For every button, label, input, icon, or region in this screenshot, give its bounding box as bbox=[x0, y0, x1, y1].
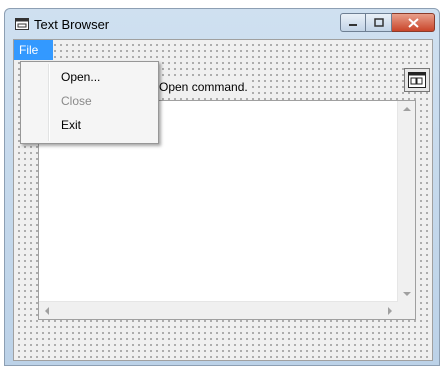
maximize-button[interactable] bbox=[366, 13, 392, 32]
menu-item-close[interactable]: Close bbox=[61, 94, 92, 108]
close-icon bbox=[407, 17, 419, 28]
app-window-icon bbox=[15, 18, 29, 30]
horizontal-scrollbar[interactable] bbox=[39, 301, 398, 319]
menu-item-exit[interactable]: Exit bbox=[61, 118, 81, 132]
close-button[interactable] bbox=[392, 13, 435, 32]
caption-buttons bbox=[340, 13, 435, 33]
scrollbar-corner bbox=[398, 302, 415, 319]
minimize-icon bbox=[349, 23, 357, 26]
app-window: Text Browser File Open command. Open... … bbox=[4, 8, 440, 366]
dialog-control-glyph bbox=[408, 72, 426, 88]
vertical-scrollbar[interactable] bbox=[397, 101, 415, 302]
scroll-left-arrow-icon[interactable] bbox=[45, 307, 49, 315]
scroll-up-arrow-icon[interactable] bbox=[403, 107, 411, 111]
file-menu-dropdown: Open... Close Exit bbox=[20, 61, 159, 144]
scroll-right-arrow-icon[interactable] bbox=[388, 307, 392, 315]
menu-file[interactable]: File bbox=[14, 40, 53, 60]
form-client-area: File Open command. Open... Close Exit bbox=[13, 39, 433, 361]
maximize-icon bbox=[373, 18, 384, 27]
menu-bar: File bbox=[14, 40, 432, 60]
common-dialog-control-icon[interactable] bbox=[404, 68, 430, 92]
window-title: Text Browser bbox=[34, 17, 110, 32]
info-label: Open command. bbox=[157, 79, 250, 95]
scroll-down-arrow-icon[interactable] bbox=[403, 292, 411, 296]
menu-icon-gutter-divider bbox=[48, 64, 50, 141]
title-bar[interactable]: Text Browser bbox=[5, 9, 439, 39]
menu-item-open[interactable]: Open... bbox=[61, 70, 100, 84]
minimize-button[interactable] bbox=[340, 13, 366, 32]
